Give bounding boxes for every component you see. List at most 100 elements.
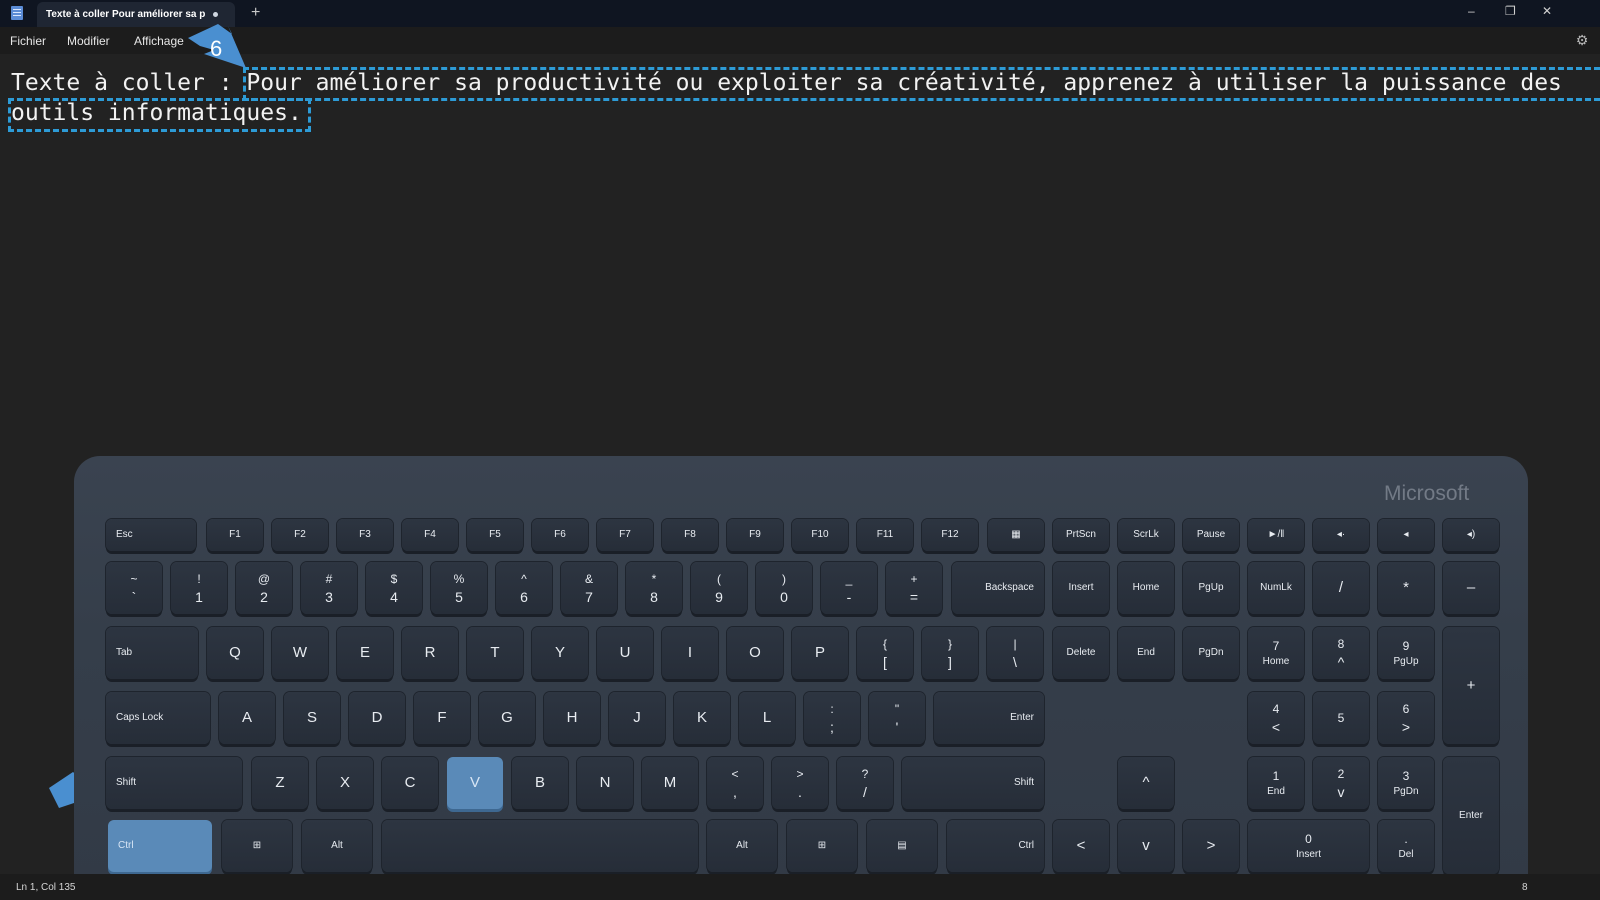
key-fn-13: ▦ bbox=[988, 519, 1044, 551]
key-nav-insert: Insert bbox=[1053, 562, 1109, 614]
key-legend: F1 bbox=[229, 529, 241, 540]
key-legend: < bbox=[1076, 837, 1086, 854]
key-nav-delete: Delete bbox=[1053, 627, 1109, 679]
key-fn-14: PrtScn bbox=[1053, 519, 1109, 551]
new-tab-button[interactable]: + bbox=[251, 4, 260, 22]
key-arrow-0: < bbox=[1053, 820, 1109, 872]
key-legend: ⊞ bbox=[252, 840, 262, 851]
key-bottom-legend: . bbox=[798, 784, 802, 800]
key-numpad-r3-0: 4 < bbox=[1248, 692, 1304, 744]
key-top-legend: 1 bbox=[1272, 769, 1280, 783]
key-numpad-r3-2: 6 > bbox=[1378, 692, 1434, 744]
key-bracket-1: }] bbox=[922, 627, 978, 679]
maximize-button[interactable]: ❐ bbox=[1505, 4, 1516, 18]
key-fn-11: F11 bbox=[857, 519, 913, 551]
key-top-legend: ( bbox=[717, 572, 721, 586]
key-legend: ^ bbox=[1142, 774, 1150, 791]
key-bottom-legend: ' bbox=[895, 719, 899, 735]
key-legend: / bbox=[1338, 579, 1344, 596]
key-legend: PgUp bbox=[1198, 582, 1224, 593]
close-button[interactable]: ✕ bbox=[1542, 4, 1552, 18]
key-legend: M bbox=[663, 774, 677, 791]
key-num-0: ~ ` bbox=[106, 562, 162, 614]
key-numpad-r1-0: NumLk bbox=[1248, 562, 1304, 614]
key-legend: K bbox=[696, 709, 707, 726]
step-6-number: 6 bbox=[210, 36, 223, 61]
tab-title: Texte à coller Pour améliorer sa p bbox=[46, 9, 206, 20]
key-bottom-legend: 9 bbox=[715, 589, 723, 605]
key-bottom-legend: ` bbox=[131, 589, 137, 605]
key-legend: Tab bbox=[116, 647, 133, 658]
key-top-legend: ) bbox=[782, 572, 786, 586]
key-top-legend: @ bbox=[257, 572, 271, 586]
key-legend: Y bbox=[554, 644, 565, 661]
windows-icon: ⊞ bbox=[222, 820, 292, 872]
status-bar: Ln 1, Col 135 8 bbox=[0, 874, 1600, 900]
key-numpad-del: . Del bbox=[1378, 820, 1434, 872]
key-numpad-r1-2: * bbox=[1378, 562, 1434, 614]
key-top-legend: | bbox=[1013, 637, 1017, 651]
key-t: T bbox=[467, 627, 523, 679]
key-alt-right: Alt bbox=[707, 820, 777, 872]
key-h: H bbox=[544, 692, 600, 744]
key-caps-lock: Caps Lock bbox=[106, 692, 210, 744]
key-legend: Shift bbox=[116, 777, 137, 788]
key-num-12: + = bbox=[886, 562, 942, 614]
menu-fichier[interactable]: Fichier bbox=[10, 34, 46, 48]
key-x: X bbox=[317, 757, 373, 809]
key-punct-z-0: <, bbox=[707, 757, 763, 809]
key-numpad-r4-1: 2v bbox=[1313, 757, 1369, 809]
notepad-app-icon bbox=[11, 6, 23, 20]
menu-modifier[interactable]: Modifier bbox=[67, 34, 110, 48]
key-bottom-legend: \ bbox=[1013, 654, 1017, 670]
key-bottom-legend: / bbox=[863, 784, 867, 800]
key-legend: F9 bbox=[749, 529, 761, 540]
key-fn-7: F7 bbox=[597, 519, 653, 551]
key-numpad-r2-2: 9 PgUp bbox=[1378, 627, 1434, 679]
key-legend: Enter bbox=[1010, 712, 1034, 723]
key-num-1: ! 1 bbox=[171, 562, 227, 614]
key-fn-9: F9 bbox=[727, 519, 783, 551]
key-top-legend: 4 bbox=[1272, 702, 1280, 716]
key-legend: Delete bbox=[1066, 647, 1096, 658]
menu-key-icon: ▤ bbox=[867, 820, 937, 872]
key-shift-left: Shift bbox=[106, 757, 242, 809]
key-numpad-r3-1: 5 bbox=[1313, 692, 1369, 744]
key-a: A bbox=[219, 692, 275, 744]
key-punct-z-1: >. bbox=[772, 757, 828, 809]
key-m: M bbox=[642, 757, 698, 809]
key-fn-19: ◂ bbox=[1378, 519, 1434, 551]
menu-affichage[interactable]: Affichage bbox=[134, 34, 184, 48]
key-legend: + bbox=[1466, 676, 1476, 694]
minimize-button[interactable]: – bbox=[1468, 4, 1475, 18]
key-esc: Esc bbox=[106, 519, 196, 551]
key-arrow-2: > bbox=[1183, 820, 1239, 872]
key-legend: H bbox=[566, 709, 578, 726]
key-top-legend: ! bbox=[197, 572, 201, 586]
key-legend: ◂) bbox=[1466, 529, 1476, 540]
key-legend: I bbox=[687, 644, 693, 661]
unsaved-dot-icon[interactable] bbox=[213, 12, 218, 17]
key-ctrl-right: Ctrl bbox=[947, 820, 1044, 872]
key-legend: L bbox=[762, 709, 772, 726]
key-num-7: & 7 bbox=[561, 562, 617, 614]
key-y: Y bbox=[532, 627, 588, 679]
key-num-9: (9 bbox=[691, 562, 747, 614]
key-legend: D bbox=[371, 709, 383, 726]
key-numpad-r4-0: 1 End bbox=[1248, 757, 1304, 809]
key-fn-16: Pause bbox=[1183, 519, 1239, 551]
key-fn-15: ScrLk bbox=[1118, 519, 1174, 551]
key-v: V bbox=[447, 757, 503, 809]
key-fn-17: ►/‖ bbox=[1248, 519, 1304, 551]
key-bottom-legend: > bbox=[1401, 719, 1411, 735]
status-right-fragment: 8 bbox=[1522, 882, 1528, 893]
key-fn-2: F2 bbox=[272, 519, 328, 551]
pasted-text-highlight-line2 bbox=[8, 98, 311, 132]
key-arrow-1: v bbox=[1118, 820, 1174, 872]
key-legend: v bbox=[1142, 837, 1150, 854]
key-bottom-legend: < bbox=[1271, 719, 1281, 735]
key-bottom-legend: , bbox=[733, 784, 737, 800]
key-bottom-legend: 3 bbox=[325, 589, 333, 605]
key-top-legend: ~ bbox=[130, 572, 138, 586]
gear-icon[interactable]: ⚙ bbox=[1574, 32, 1590, 48]
